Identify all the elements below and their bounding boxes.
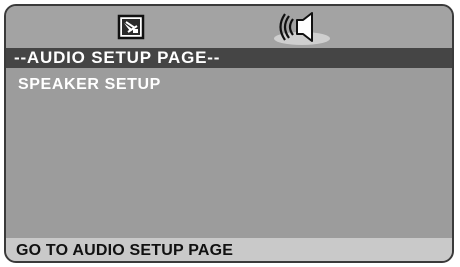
- page-title: --AUDIO SETUP PAGE--: [6, 48, 452, 68]
- menu-content: SPEAKER SETUP: [6, 68, 452, 240]
- setup-tab-bar: [6, 6, 452, 48]
- general-setup-icon: [117, 14, 145, 40]
- setup-menu-window: --AUDIO SETUP PAGE-- SPEAKER SETUP GO TO…: [4, 4, 454, 263]
- speaker-icon: [279, 12, 313, 42]
- tab-audio-setup[interactable]: [271, 6, 333, 48]
- menu-item-speaker-setup[interactable]: SPEAKER SETUP: [18, 76, 161, 94]
- status-bar: GO TO AUDIO SETUP PAGE: [6, 238, 452, 261]
- tab-general-setup[interactable]: [111, 6, 151, 48]
